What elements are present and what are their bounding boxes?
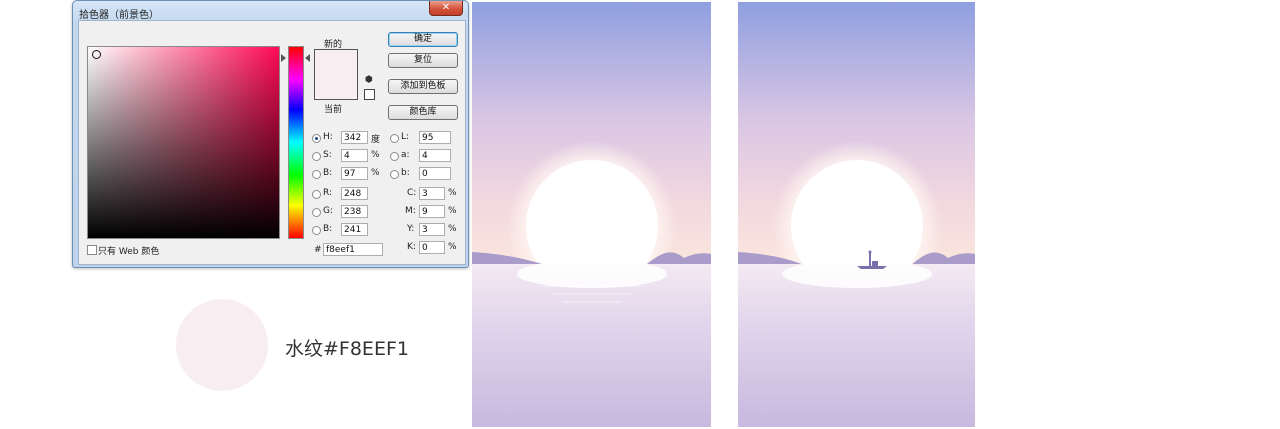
blue-radio[interactable] [312,226,321,235]
hex-label: # [314,245,322,255]
color-libraries-button[interactable]: 颜色库 [388,105,458,120]
color-preview [314,49,358,100]
dialog-client-area: 新的 当前 ⬢ 确定 复位 添加到色板 颜色库 H: 342 度 S: 4 % … [78,20,466,265]
lab-a-radio[interactable] [390,152,399,161]
lab-b-label: b: [401,168,410,178]
cyan-label: C: [407,188,417,198]
hue-slider-left-arrow-icon[interactable] [281,54,286,62]
magenta-label: M: [405,206,416,216]
brightness-radio[interactable] [312,170,321,179]
close-button[interactable]: ✕ [429,1,463,16]
black-field[interactable]: 0 [419,241,445,254]
window-title: 拾色器（前景色） [79,10,159,21]
lightness-radio[interactable] [390,134,399,143]
cyan-field[interactable]: 3 [419,187,445,200]
sample-color-circle [176,299,268,391]
cyan-unit: % [448,188,457,198]
color-caption: 水纹#F8EEF1 [285,338,409,360]
red-label: R: [323,188,333,198]
sunset-boat-scene-image [738,2,975,427]
black-unit: % [448,242,457,252]
black-label: K: [407,242,416,252]
reset-button[interactable]: 复位 [388,53,458,68]
hue-unit: 度 [371,135,381,145]
brightness-field[interactable]: 97 [341,167,368,180]
web-colors-only-checkbox[interactable] [87,245,97,255]
green-label: G: [323,206,334,216]
hue-label: H: [323,132,333,142]
yellow-field[interactable]: 3 [419,223,445,236]
lab-a-field[interactable]: 4 [419,149,451,162]
lab-b-radio[interactable] [390,170,399,179]
blue-label: B: [323,224,333,234]
sunset-illustration [472,2,711,427]
ok-button[interactable]: 确定 [388,32,458,47]
current-color-swatch[interactable] [315,75,357,99]
saturation-unit: % [371,150,380,160]
hex-field[interactable]: f8eef1 [323,243,383,256]
yellow-unit: % [448,224,457,234]
saturation-field[interactable]: 4 [341,149,368,162]
green-field[interactable]: 238 [341,205,368,218]
brightness-unit: % [371,168,380,178]
lab-a-label: a: [401,150,410,160]
color-field[interactable] [87,46,280,239]
add-to-swatches-button[interactable]: 添加到色板 [388,79,458,94]
yellow-label: Y: [407,224,415,234]
out-of-gamut-cube-icon[interactable]: ⬢ [365,76,374,85]
hue-radio[interactable] [312,134,321,143]
sunset-boat-illustration [738,2,975,427]
lightness-field[interactable]: 95 [419,131,451,144]
lab-b-field[interactable]: 0 [419,167,451,180]
blue-field[interactable]: 241 [341,223,368,236]
brightness-label: B: [323,168,333,178]
sunset-scene-image [472,2,711,427]
magenta-unit: % [448,206,457,216]
color-picker-window: 拾色器（前景色） ✕ 新的 当前 ⬢ 确定 复位 添加到色板 颜色库 H: 34… [72,0,469,268]
magenta-field[interactable]: 9 [419,205,445,218]
color-field-picker-icon[interactable] [92,50,101,59]
close-icon: ✕ [441,2,451,13]
web-colors-only-label: 只有 Web 颜色 [98,247,160,257]
red-field[interactable]: 248 [341,187,368,200]
lightness-label: L: [401,132,410,142]
saturation-radio[interactable] [312,152,321,161]
green-radio[interactable] [312,208,321,217]
websafe-color-swatch[interactable] [364,89,375,100]
hue-field[interactable]: 342 [341,131,368,144]
current-color-label: 当前 [324,105,343,115]
new-color-swatch [315,50,357,75]
red-radio[interactable] [312,190,321,199]
saturation-label: S: [323,150,332,160]
hue-slider[interactable] [288,46,304,239]
hue-slider-right-arrow-icon[interactable] [305,54,310,62]
